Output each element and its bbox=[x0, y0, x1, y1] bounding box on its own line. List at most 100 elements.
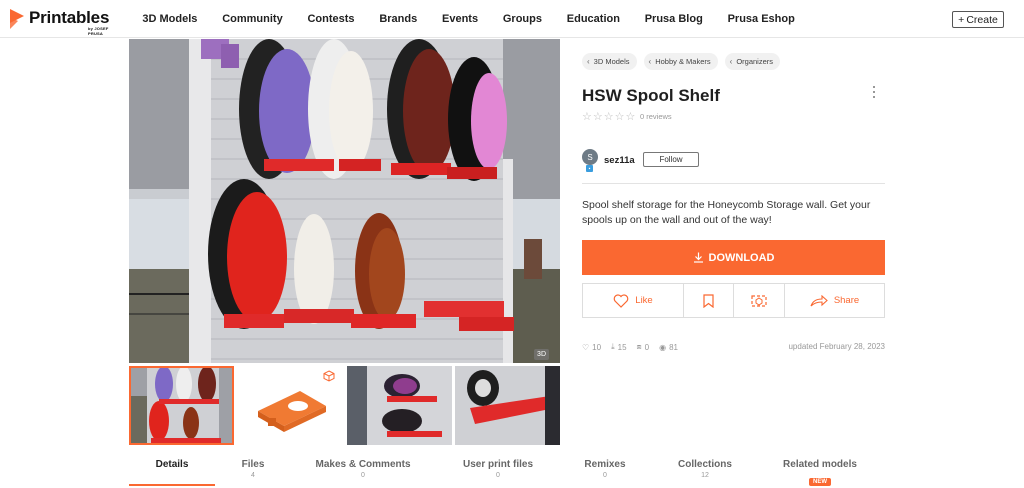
downloads-count: 15 bbox=[617, 342, 627, 352]
follow-button[interactable]: Follow bbox=[643, 152, 699, 167]
breadcrumb-3d-models[interactable]: ‹ 3D Models bbox=[582, 53, 637, 70]
print-icon bbox=[751, 294, 767, 307]
likes-stat: ♡ 10 bbox=[582, 342, 601, 352]
breadcrumb-organizers[interactable]: ‹ Organizers bbox=[724, 53, 780, 70]
thumbnail-strip bbox=[129, 366, 560, 446]
like-button[interactable]: Like bbox=[583, 284, 684, 317]
download-icon bbox=[693, 252, 703, 263]
nav-item-prusa-blog[interactable]: Prusa Blog bbox=[632, 13, 715, 25]
makes-stat: ⧈ 0 bbox=[637, 342, 650, 352]
tab-count: 0 bbox=[496, 472, 500, 479]
bookmark-button[interactable] bbox=[684, 284, 734, 317]
create-label: Create bbox=[966, 13, 998, 26]
plus-icon: + bbox=[958, 13, 965, 26]
nav-item-events[interactable]: Events bbox=[430, 13, 491, 25]
views-stat: ◉ 81 bbox=[659, 342, 678, 352]
share-icon bbox=[810, 294, 828, 306]
share-button[interactable]: Share bbox=[785, 284, 884, 317]
printables-logo[interactable]: Printables by JOSEF PRUSA bbox=[10, 8, 122, 36]
more-options-icon[interactable] bbox=[871, 86, 877, 100]
3d-model-cube-icon bbox=[323, 370, 335, 382]
nav-item-prusa-eshop[interactable]: Prusa Eshop bbox=[715, 13, 807, 25]
print-icon: ⧈ bbox=[636, 342, 642, 351]
tab-count: 0 bbox=[361, 472, 365, 479]
thumbnail-3[interactable] bbox=[347, 366, 452, 445]
logo-text: Printables bbox=[29, 8, 110, 27]
chevron-left-icon: ‹ bbox=[729, 57, 733, 66]
thumbnail-photo bbox=[347, 366, 452, 445]
model-title: HSW Spool Shelf bbox=[582, 86, 720, 105]
thumbnail-1[interactable] bbox=[129, 366, 234, 445]
heart-icon: ♡ bbox=[582, 342, 590, 352]
print-button[interactable] bbox=[734, 284, 785, 317]
star-icon: ☆ bbox=[614, 111, 625, 123]
avatar[interactable]: S bbox=[582, 149, 598, 165]
share-label: Share bbox=[833, 295, 860, 306]
tab-label: Collections bbox=[678, 459, 732, 470]
3d-badge[interactable]: 3D bbox=[534, 349, 549, 360]
likes-count: 10 bbox=[592, 342, 602, 352]
spool-shelf-photo bbox=[129, 39, 560, 363]
nav-item-education[interactable]: Education bbox=[554, 13, 632, 25]
chevron-left-icon: ‹ bbox=[648, 57, 652, 66]
download-icon: ⤓ bbox=[611, 342, 615, 351]
printables-logo-icon bbox=[10, 9, 24, 29]
download-label: DOWNLOAD bbox=[708, 251, 775, 264]
main-model-image[interactable]: 3D bbox=[129, 39, 560, 363]
detail-tabs: Details Files 4 Makes & Comments 0 User … bbox=[129, 452, 889, 488]
tab-related-models[interactable]: Related models NEW bbox=[761, 452, 879, 488]
download-button[interactable]: DOWNLOAD bbox=[582, 240, 885, 275]
author-name[interactable]: sez11a bbox=[604, 155, 635, 166]
tab-user-print-files[interactable]: User print files 0 bbox=[435, 452, 561, 488]
nav-item-brands[interactable]: Brands bbox=[367, 13, 430, 25]
tab-remixes[interactable]: Remixes 0 bbox=[561, 452, 649, 488]
chevron-left-icon: ‹ bbox=[587, 57, 590, 66]
views-count: 81 bbox=[669, 342, 678, 352]
tab-count: 4 bbox=[251, 472, 255, 479]
bookmark-icon bbox=[703, 293, 714, 308]
action-bar: Like Share bbox=[582, 283, 885, 318]
tab-count: 0 bbox=[603, 472, 607, 479]
breadcrumb-hobby-makers[interactable]: ‹ Hobby & Makers bbox=[643, 53, 718, 70]
makes-count: 0 bbox=[644, 342, 650, 352]
divider bbox=[582, 183, 885, 184]
nav-item-groups[interactable]: Groups bbox=[490, 13, 554, 25]
new-badge: NEW bbox=[809, 478, 831, 486]
updated-date: updated February 28, 2023 bbox=[788, 342, 885, 351]
breadcrumb: ‹ 3D Models ‹ Hobby & Makers ‹ Organizer… bbox=[582, 53, 780, 70]
breadcrumb-label: Organizers bbox=[736, 57, 773, 66]
nav-item-community[interactable]: Community bbox=[210, 13, 295, 25]
tab-label: Details bbox=[155, 459, 189, 470]
tab-label: User print files bbox=[462, 459, 534, 470]
model-description: Spool shelf storage for the Honeycomb St… bbox=[582, 199, 871, 226]
model-stats: ♡ 10 ⤓ 15 ⧈ 0 ◉ 81 bbox=[582, 342, 678, 352]
thumbnail-2[interactable] bbox=[238, 366, 343, 445]
like-label: Like bbox=[635, 295, 653, 306]
main-menu: 3D Models Community Contests Brands Even… bbox=[130, 0, 807, 38]
star-icon: ☆ bbox=[592, 111, 603, 123]
author-badge-icon: ▪ bbox=[586, 165, 593, 172]
tab-collections[interactable]: Collections 12 bbox=[649, 452, 761, 488]
star-icon: ☆ bbox=[582, 111, 592, 123]
nav-item-3d-models[interactable]: 3D Models bbox=[130, 13, 210, 25]
tab-files[interactable]: Files 4 bbox=[215, 452, 291, 488]
star-icon: ☆ bbox=[603, 111, 614, 123]
nav-item-contests[interactable]: Contests bbox=[295, 13, 367, 25]
thumbnail-4[interactable] bbox=[455, 366, 560, 445]
downloads-stat: ⤓ 15 bbox=[611, 342, 626, 352]
star-icon: ☆ bbox=[625, 111, 636, 123]
heart-icon bbox=[613, 293, 629, 308]
create-button[interactable]: + Create bbox=[952, 11, 1004, 28]
tab-makes-comments[interactable]: Makes & Comments 0 bbox=[291, 452, 435, 488]
eye-icon: ◉ bbox=[659, 342, 667, 352]
reviews-count[interactable]: 0 reviews bbox=[640, 112, 672, 121]
logo-subtext: by JOSEF PRUSA bbox=[88, 26, 109, 36]
rating-stars[interactable]: ☆ ☆ ☆ ☆ ☆ bbox=[582, 110, 635, 123]
tab-details[interactable]: Details bbox=[129, 452, 215, 488]
thumbnail-photo bbox=[129, 366, 234, 445]
breadcrumb-label: 3D Models bbox=[593, 57, 630, 66]
tab-label: Remixes bbox=[584, 459, 626, 470]
tab-label: Makes & Comments bbox=[315, 459, 411, 470]
tab-label: Files bbox=[241, 459, 265, 470]
breadcrumb-label: Hobby & Makers bbox=[655, 57, 711, 66]
